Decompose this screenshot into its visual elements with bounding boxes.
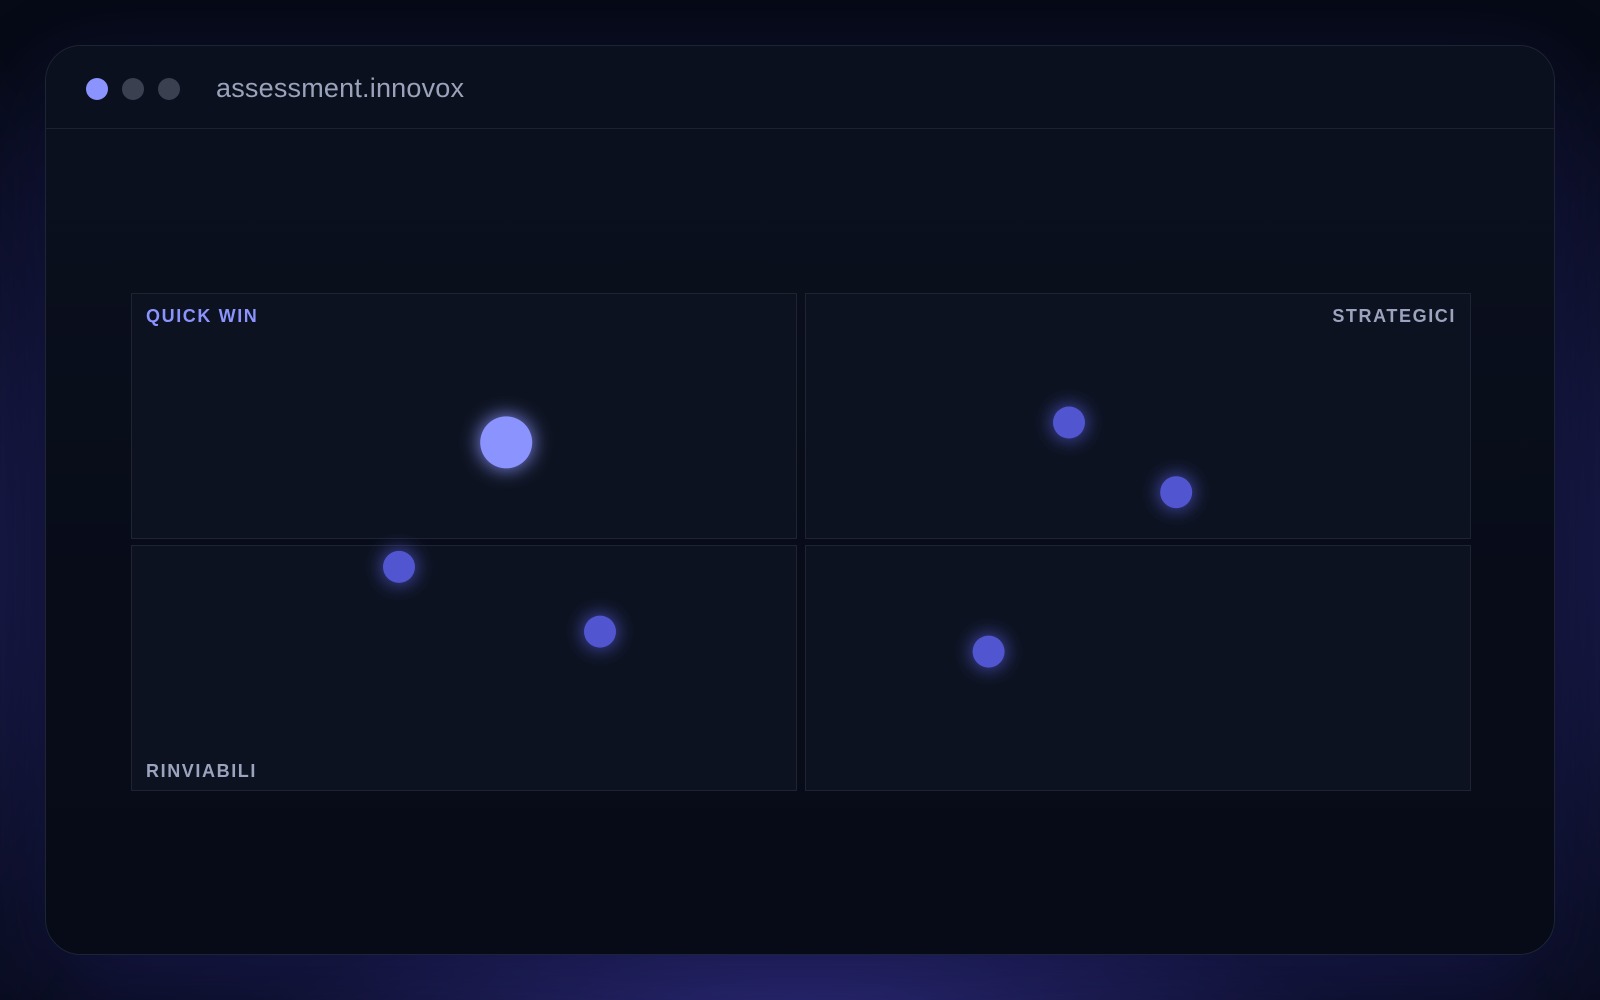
quadrant-quick-win: QUICK WIN — [131, 293, 797, 539]
window-control-3[interactable] — [158, 78, 180, 100]
window-titlebar: assessment.innovox — [46, 46, 1554, 129]
priority-matrix: QUICK WIN STRATEGICI RINVIABILI — [131, 293, 1471, 791]
quadrant-label-quick-win: QUICK WIN — [146, 306, 259, 326]
page-background: assessment.innovox QUICK WIN STRATEGICI … — [0, 0, 1600, 1000]
quadrant-label-strategici: STRATEGICI — [1332, 306, 1456, 326]
quadrant-rinviabili: RINVIABILI — [131, 545, 797, 791]
window-control-1[interactable] — [86, 78, 108, 100]
quadrant-strategici: STRATEGICI — [805, 293, 1471, 539]
app-window: assessment.innovox QUICK WIN STRATEGICI … — [45, 45, 1555, 955]
quadrant-label-rinviabili: RINVIABILI — [146, 761, 258, 781]
quadrant-bottom-right — [805, 545, 1471, 791]
window-title: assessment.innovox — [216, 73, 465, 103]
window-control-2[interactable] — [122, 78, 144, 100]
